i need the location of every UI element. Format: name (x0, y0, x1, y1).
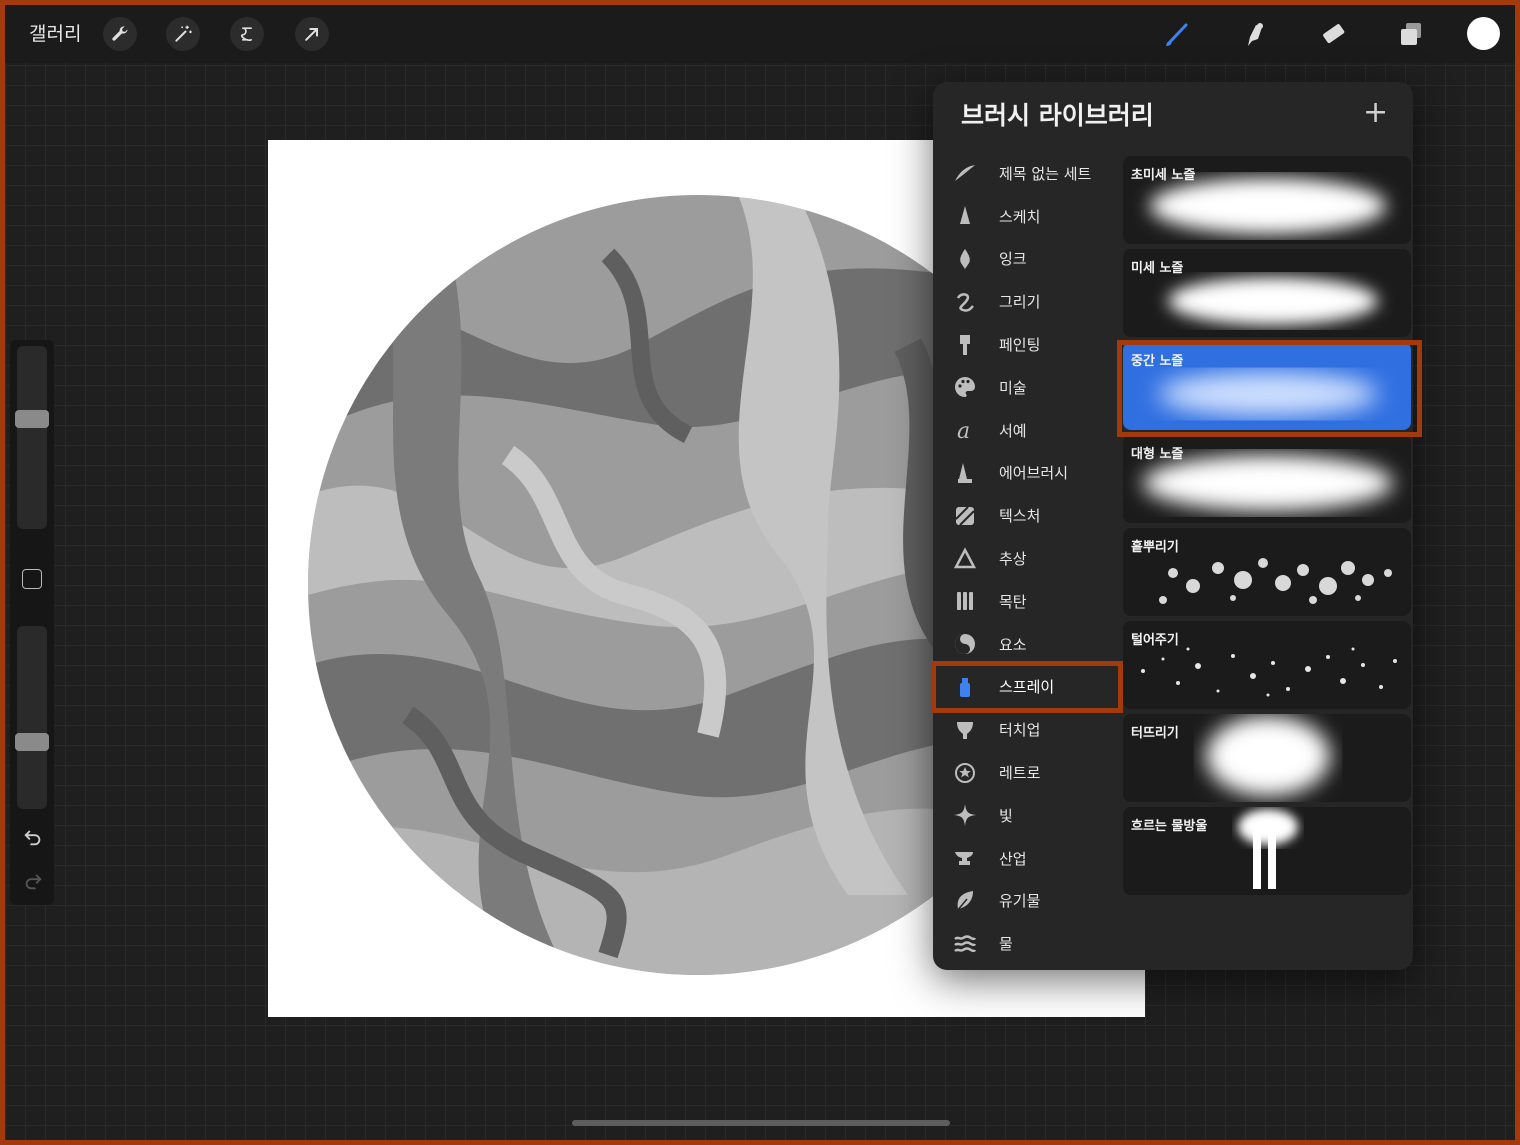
touchup-icon (953, 718, 977, 742)
category-ink[interactable]: 잉크 (933, 238, 1118, 281)
category-textures[interactable]: 텍스처 (933, 494, 1118, 537)
undo-icon[interactable] (22, 826, 44, 848)
brush-size-handle[interactable] (15, 410, 49, 428)
retro-icon (953, 761, 977, 785)
brush-item[interactable]: 미세 노즐 (1123, 249, 1411, 337)
category-drawing[interactable]: 그리기 (933, 280, 1118, 323)
category-painting[interactable]: 페인팅 (933, 323, 1118, 366)
sparkle-icon (953, 803, 977, 827)
adjustments-button[interactable] (166, 17, 200, 51)
opacity-handle[interactable] (15, 733, 49, 751)
gallery-button[interactable]: 갤러리 (29, 19, 81, 46)
eraser-tool-button[interactable] (1316, 17, 1350, 51)
anvil-icon (953, 846, 977, 870)
brush-tool-button[interactable] (1160, 17, 1194, 51)
calligraphy-icon: a (953, 418, 977, 442)
layers-button[interactable] (1394, 17, 1428, 51)
opacity-slider[interactable] (17, 626, 47, 809)
brush-category-list: 제목 없는 세트 스케치 잉크 그리기 페인팅 미술 a 서예 에어브러시 텍스… (933, 152, 1118, 965)
category-abstract[interactable]: 추상 (933, 537, 1118, 580)
highlight-frame-brush (1117, 340, 1422, 437)
brush-item[interactable]: 대형 노즐 (1123, 435, 1411, 523)
side-toolbar (10, 340, 54, 905)
actions-button[interactable] (103, 17, 137, 51)
layers-icon (1401, 23, 1421, 45)
redo-icon[interactable] (22, 870, 44, 892)
texture-icon (953, 504, 977, 528)
brush-item[interactable]: 터뜨리기 (1123, 714, 1411, 802)
selection-icon (240, 27, 252, 41)
category-untitled-set[interactable]: 제목 없는 세트 (933, 152, 1118, 195)
brush-item[interactable]: 흩뿌리기 (1123, 528, 1411, 616)
drawing-icon (953, 290, 977, 314)
brush-icon (1166, 23, 1188, 46)
highlight-frame-category (931, 661, 1123, 713)
magic-wand-icon (175, 25, 192, 42)
modify-button[interactable] (22, 569, 42, 589)
water-icon (953, 932, 977, 956)
smudge-icon (1248, 23, 1263, 46)
category-elements[interactable]: 요소 (933, 623, 1118, 666)
category-airbrushing[interactable]: 에어브러시 (933, 452, 1118, 495)
category-artistic[interactable]: 미술 (933, 366, 1118, 409)
charcoal-icon (953, 589, 977, 613)
category-calligraphy[interactable]: a 서예 (933, 409, 1118, 452)
palette-icon (953, 375, 977, 399)
move-arrow-icon (305, 28, 318, 41)
selection-button[interactable] (230, 17, 264, 51)
brush-item[interactable]: 초미세 노즐 (1123, 156, 1411, 244)
brush-library-panel: 브러시 라이브러리 + 제목 없는 세트 스케치 잉크 그리기 페인팅 미술 a (933, 82, 1413, 970)
brush-list: 초미세 노즐 미세 노즐 중간 노즐 대형 노즐 흩뿌리기 털어주기 터뜨리기 … (1123, 156, 1411, 900)
transform-button[interactable] (295, 17, 329, 51)
svg-text:a: a (957, 419, 970, 442)
category-luminance[interactable]: 빛 (933, 794, 1118, 837)
painting-icon (953, 333, 977, 357)
leaf-icon (953, 889, 977, 913)
abstract-icon (953, 546, 977, 571)
category-sketch[interactable]: 스케치 (933, 195, 1118, 238)
category-industrial[interactable]: 산업 (933, 837, 1118, 880)
wrench-icon (112, 26, 128, 41)
elements-icon (953, 632, 977, 656)
category-retro[interactable]: 레트로 (933, 751, 1118, 794)
top-toolbar: 갤러리 (5, 5, 1515, 63)
airbrush-icon (953, 461, 977, 485)
home-indicator (572, 1120, 950, 1126)
brush-item[interactable]: 흐르는 물방울 (1123, 807, 1411, 895)
color-picker-button[interactable] (1467, 17, 1500, 50)
sketch-icon (953, 204, 977, 228)
category-charcoals[interactable]: 목탄 (933, 580, 1118, 623)
untitled-set-icon (953, 161, 977, 185)
brush-size-slider[interactable] (17, 346, 47, 529)
eraser-icon (1323, 24, 1345, 44)
brush-item[interactable]: 털어주기 (1123, 621, 1411, 709)
add-brush-button[interactable]: + (1363, 98, 1388, 128)
category-water[interactable]: 물 (933, 922, 1118, 965)
category-organic[interactable]: 유기물 (933, 880, 1118, 923)
ink-icon (953, 247, 977, 271)
smudge-tool-button[interactable] (1238, 17, 1272, 51)
category-touchups[interactable]: 터치업 (933, 708, 1118, 751)
brush-library-title: 브러시 라이브러리 (961, 101, 1154, 130)
